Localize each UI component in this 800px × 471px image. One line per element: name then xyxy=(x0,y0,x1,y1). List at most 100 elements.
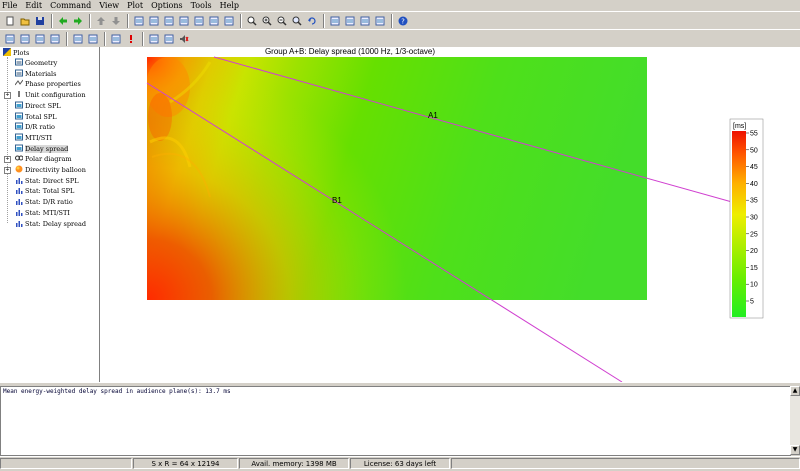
help-button[interactable]: ? xyxy=(396,14,410,28)
zoom-in-button[interactable] xyxy=(260,14,274,28)
plot-canvas: A1 B1 [ms] 5 10 15 20 25 30 35 40 45 50 55 xyxy=(146,56,764,382)
tree-item-label: Total SPL xyxy=(25,112,57,121)
tree-item-stat-mti-sti[interactable]: Stat: MTI/STI xyxy=(15,208,70,218)
output-scrollbar[interactable]: ▲ ▼ xyxy=(790,386,800,455)
save-button[interactable] xyxy=(33,14,47,28)
tree-item-label: Plots xyxy=(13,49,30,57)
zoom-fit-button[interactable] xyxy=(290,14,304,28)
export2-button[interactable] xyxy=(207,14,221,28)
print-button[interactable] xyxy=(147,14,161,28)
speaker-button[interactable] xyxy=(177,32,191,46)
window2-button[interactable] xyxy=(177,14,191,28)
new-button[interactable] xyxy=(3,14,17,28)
export2-icon xyxy=(209,16,219,26)
scroll-down-button[interactable]: ▼ xyxy=(790,445,800,455)
tree-item-directivity-balloon[interactable]: Directivity balloon xyxy=(15,165,86,175)
toolbar-separator xyxy=(391,13,393,28)
rotate-icon xyxy=(307,16,317,26)
zoom-out-icon xyxy=(277,16,287,26)
window-button[interactable] xyxy=(132,14,146,28)
tree-item-label: Polar diagram xyxy=(25,155,72,164)
zoom-fit-icon xyxy=(292,16,302,26)
secondary-toolbar xyxy=(0,29,800,48)
zoom-out-button[interactable] xyxy=(275,14,289,28)
menu-command[interactable]: Command xyxy=(46,0,95,11)
tools-button[interactable] xyxy=(86,32,100,46)
forward-arrow-icon xyxy=(73,16,83,26)
export-button[interactable] xyxy=(192,14,206,28)
geometry-icon xyxy=(15,58,25,68)
down-arrow-button[interactable] xyxy=(109,14,123,28)
wand-button[interactable] xyxy=(109,32,123,46)
tree-item-delay-spread[interactable]: Delay spread xyxy=(15,144,69,154)
menu-edit[interactable]: Edit xyxy=(21,0,46,11)
toolbar-separator xyxy=(51,13,53,28)
tree-expand-button[interactable]: + xyxy=(4,156,11,164)
network-button[interactable] xyxy=(48,32,62,46)
up-arrow-button[interactable] xyxy=(94,14,108,28)
table-button[interactable] xyxy=(328,14,342,28)
menu-plot[interactable]: Plot xyxy=(123,0,147,11)
unit-icon xyxy=(15,90,25,100)
tree-expand-button[interactable]: + xyxy=(4,167,11,174)
help-icon: ? xyxy=(398,16,408,26)
forward-arrow-button[interactable] xyxy=(71,14,85,28)
window-icon xyxy=(134,16,144,26)
folder2-icon xyxy=(20,34,30,44)
output-log[interactable]: Mean energy-weighted delay spread in aud… xyxy=(0,386,791,456)
back-arrow-icon xyxy=(58,16,68,26)
menu-tools[interactable]: Tools xyxy=(187,0,216,11)
layers-icon xyxy=(164,34,174,44)
speaker-icon xyxy=(179,34,189,44)
open-icon xyxy=(20,16,30,26)
menu-view[interactable]: View xyxy=(95,0,123,11)
plot-title: Group A+B: Delay spread (1000 Hz, 1/3-oc… xyxy=(264,47,436,56)
toolbar-separator xyxy=(142,31,144,46)
folder-button[interactable] xyxy=(3,32,17,46)
colorbar-tick-label: 30 xyxy=(750,215,758,222)
scroll-up-button[interactable]: ▲ xyxy=(790,386,800,396)
check-button[interactable] xyxy=(343,14,357,28)
tree-item-polar-diagram[interactable]: Polar diagram xyxy=(15,154,72,164)
tree-item-label: Stat: Direct SPL xyxy=(25,176,79,185)
tree-item-stat-delay-spread[interactable]: Stat: Delay spread xyxy=(15,219,86,229)
zoom-in-icon xyxy=(262,16,272,26)
copy-button[interactable] xyxy=(162,14,176,28)
polar-icon xyxy=(15,154,25,164)
tree-item-label: D/R ratio xyxy=(25,123,55,132)
tree-item-materials[interactable]: Materials xyxy=(15,69,56,79)
folder3-icon xyxy=(35,34,45,44)
graph-button[interactable] xyxy=(147,32,161,46)
tree-item-stat-total-spl[interactable]: Stat: Total SPL xyxy=(15,186,74,196)
image-button[interactable] xyxy=(373,14,387,28)
wand-icon xyxy=(111,34,121,44)
tree-item-total-spl[interactable]: Total SPL xyxy=(15,112,57,122)
menu-options[interactable]: Options xyxy=(147,0,187,11)
plot-window-button[interactable] xyxy=(71,32,85,46)
zoom-button[interactable] xyxy=(245,14,259,28)
delay-spread-heatmap xyxy=(147,57,647,300)
menu-file[interactable]: File xyxy=(0,0,21,11)
tree-item-stat-d-r-ratio[interactable]: Stat: D/R ratio xyxy=(15,197,73,207)
back-arrow-button[interactable] xyxy=(56,14,70,28)
rotate-button[interactable] xyxy=(305,14,319,28)
colorbar-tick-label: 45 xyxy=(750,164,758,171)
layers-button[interactable] xyxy=(162,32,176,46)
tree-item-unit-configuration[interactable]: Unit configuration xyxy=(15,90,86,100)
menu-help[interactable]: Help xyxy=(216,0,243,11)
tree-expand-button[interactable]: + xyxy=(4,92,11,100)
tree-item-mti-sti[interactable]: MTI/STI xyxy=(15,133,52,143)
layout-button[interactable] xyxy=(358,14,372,28)
tree-item-d-r-ratio[interactable]: D/R ratio xyxy=(15,122,55,132)
open-button[interactable] xyxy=(18,14,32,28)
tree-item-direct-spl[interactable]: Direct SPL xyxy=(15,101,61,111)
tree-item-phase-properties[interactable]: Phase properties xyxy=(14,79,81,89)
tree-item-stat-direct-spl[interactable]: Stat: Direct SPL xyxy=(15,176,79,186)
cube-button[interactable] xyxy=(222,14,236,28)
plots-tree-panel: Plots Geometry Materials Phase properties Un… xyxy=(0,47,100,382)
colorbar-tick-label: 10 xyxy=(750,282,758,289)
tree-item-geometry[interactable]: Geometry xyxy=(15,58,57,68)
folder2-button[interactable] xyxy=(18,32,32,46)
alert-button[interactable] xyxy=(124,32,138,46)
folder3-button[interactable] xyxy=(33,32,47,46)
